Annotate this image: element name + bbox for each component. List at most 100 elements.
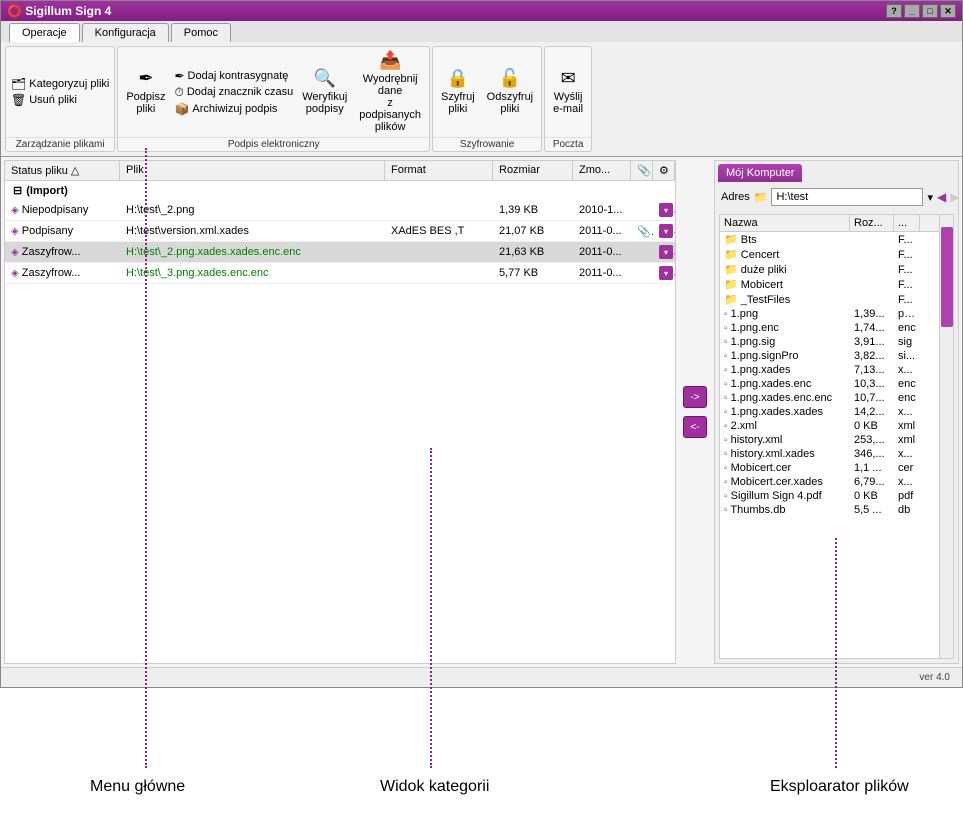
rcell-size: 253,...: [850, 433, 894, 447]
tab-konfiguracja[interactable]: Konfiguracja: [82, 23, 169, 42]
cell-clip: 📎: [631, 222, 653, 241]
chevron-down-icon[interactable]: ▾: [659, 245, 673, 259]
explorer-row[interactable]: ▫ Thumbs.db5,5 ...db: [720, 503, 939, 517]
explorer-row[interactable]: 📁 duże plikiF...: [720, 262, 939, 277]
rcell-name: ▫ 1.png.xades.xades: [720, 405, 850, 419]
help-button[interactable]: ?: [886, 4, 902, 18]
explorer-row[interactable]: ▫ history.xml253,...xml: [720, 433, 939, 447]
close-button[interactable]: ✕: [940, 4, 956, 18]
ribbon-button[interactable]: 🗑Usuń pliki: [8, 92, 112, 108]
ribbon-button[interactable]: 🔒Szyfrujpliki: [435, 49, 481, 135]
rcol-size[interactable]: Roz...: [850, 215, 894, 231]
rcell-name: ▫ 1.png: [720, 307, 850, 321]
cell-dropdown[interactable]: ▾: [653, 200, 675, 220]
group-label: (Import): [26, 185, 68, 197]
rcell-ext: F...: [894, 278, 920, 292]
file-icon: ▫: [724, 365, 728, 376]
file-row[interactable]: ◈ Zaszyfrow...H:\test\_2.png.xades.xades…: [5, 242, 675, 263]
cell-dropdown[interactable]: ▾: [653, 242, 675, 262]
rcell-size: 6,79...: [850, 475, 894, 489]
rcol-ext[interactable]: ...: [894, 215, 920, 231]
col-status[interactable]: Status pliku △: [5, 161, 120, 180]
cell-plik: H:\test\_2.png.xades.xades.enc.enc: [120, 243, 385, 261]
rcell-ext: enc: [894, 391, 920, 405]
explorer-row[interactable]: 📁 BtsF...: [720, 232, 939, 247]
col-format[interactable]: Format: [385, 161, 493, 180]
rcell-name: ▫ 1.png.signPro: [720, 349, 850, 363]
explorer-row[interactable]: ▫ 1.png.sig3,91...sig: [720, 335, 939, 349]
file-row[interactable]: ◈ Zaszyfrow...H:\test\_3.png.xades.enc.e…: [5, 263, 675, 284]
explorer-row[interactable]: ▫ Mobicert.cer1,1 ...cer: [720, 461, 939, 475]
ribbon-button[interactable]: 📦Archiwizuj podpis: [171, 101, 296, 117]
rcell-ext: enc: [894, 321, 920, 335]
explorer-row[interactable]: ▫ 1.png.signPro3,82...si...: [720, 349, 939, 363]
ribbon-button[interactable]: 🔍Weryfikujpodpisy: [296, 49, 353, 135]
rcell-size: 7,13...: [850, 363, 894, 377]
ribbon-button[interactable]: 🔓Odszyfrujpliki: [481, 49, 539, 135]
file-icon: ▫: [724, 407, 728, 418]
ribbon-button[interactable]: ✒Dodaj kontrasygnatę: [171, 68, 296, 84]
ribbon-icon: ✒: [174, 69, 184, 83]
rcell-ext: F...: [894, 248, 920, 262]
maximize-button[interactable]: □: [922, 4, 938, 18]
explorer-scrollbar[interactable]: [939, 215, 953, 658]
rcell-ext: si...: [894, 349, 920, 363]
file-row[interactable]: ◈ PodpisanyH:\test\version.xml.xadesXAdE…: [5, 221, 675, 242]
folder-icon: 📁: [724, 279, 738, 291]
chevron-down-icon[interactable]: ▾: [659, 224, 673, 238]
col-rozmiar[interactable]: Rozmiar: [493, 161, 573, 180]
explorer-row[interactable]: ▫ 1.png.xades.enc10,3...enc: [720, 377, 939, 391]
ribbon-button[interactable]: ✉Wyślije-mail: [547, 49, 589, 135]
minimize-button[interactable]: _: [904, 4, 920, 18]
titlebar: ⭕ Sigillum Sign 4 ? _ □ ✕: [1, 1, 962, 21]
chevron-down-icon[interactable]: ▾: [659, 266, 673, 280]
explorer-row[interactable]: 📁 CencertF...: [720, 247, 939, 262]
transfer-button[interactable]: <-: [683, 416, 707, 438]
collapse-icon[interactable]: ⊟: [13, 184, 22, 197]
rcell-size: [850, 239, 894, 241]
rcol-name[interactable]: Nazwa: [720, 215, 850, 231]
file-row[interactable]: ◈ NiepodpisanyH:\test\_2.png1,39 KB2010-…: [5, 200, 675, 221]
explorer-row[interactable]: ▫ Sigillum Sign 4.pdf0 KBpdf: [720, 489, 939, 503]
cell-dropdown[interactable]: ▾: [653, 221, 675, 241]
col-settings[interactable]: ⚙: [653, 161, 675, 180]
tab-pomoc[interactable]: Pomoc: [171, 23, 231, 42]
group-row[interactable]: ⊟ (Import): [5, 181, 675, 200]
explorer-row[interactable]: ▫ 2.xml0 KBxml: [720, 419, 939, 433]
file-list-pane: Status pliku △ Plik Format Rozmiar Zmo..…: [4, 160, 676, 664]
explorer-tab[interactable]: Mój Komputer: [718, 164, 802, 182]
nav-back-icon[interactable]: ◀: [937, 189, 946, 205]
explorer-row[interactable]: ▫ 1.png.enc1,74...enc: [720, 321, 939, 335]
ribbon-icon: ✒: [138, 69, 153, 89]
rcell-ext: sig: [894, 335, 920, 349]
ribbon-button[interactable]: ✒Podpiszpliki: [120, 49, 171, 135]
rcell-ext: F...: [894, 233, 920, 247]
transfer-button[interactable]: ->: [683, 386, 707, 408]
tab-operacje[interactable]: Operacje: [9, 23, 80, 42]
cell-dropdown[interactable]: ▾: [653, 263, 675, 283]
ribbon-button[interactable]: 🗂Kategoryzuj pliki: [8, 76, 112, 92]
rcell-size: 10,3...: [850, 377, 894, 391]
scrollbar-thumb[interactable]: [941, 227, 953, 327]
ribbon-button[interactable]: 📤Wyodrębnijdanezpodpisanychplików: [353, 49, 427, 135]
explorer-row[interactable]: ▫ 1.png1,39...png: [720, 307, 939, 321]
explorer-row[interactable]: 📁 MobicertF...: [720, 277, 939, 292]
ribbon-label: Archiwizuj podpis: [192, 103, 277, 115]
ribbon-icon: 🔓: [499, 69, 521, 89]
address-dropdown-icon[interactable]: ▾: [927, 191, 933, 204]
col-attachment[interactable]: 📎: [631, 161, 653, 180]
explorer-row[interactable]: 📁 _TestFilesF...: [720, 292, 939, 307]
chevron-down-icon[interactable]: ▾: [659, 203, 673, 217]
col-plik[interactable]: Plik: [120, 161, 385, 180]
col-zmo[interactable]: Zmo...: [573, 161, 631, 180]
rcell-name: ▫ 1.png.enc: [720, 321, 850, 335]
explorer-row[interactable]: ▫ 1.png.xades.enc.enc10,7...enc: [720, 391, 939, 405]
explorer-row[interactable]: ▫ 1.png.xades.xades14,2...x...: [720, 405, 939, 419]
explorer-row[interactable]: ▫ history.xml.xades346,...x...: [720, 447, 939, 461]
file-icon: ▫: [724, 337, 728, 348]
explorer-row[interactable]: ▫ Mobicert.cer.xades6,79...x...: [720, 475, 939, 489]
explorer-row[interactable]: ▫ 1.png.xades7,13...x...: [720, 363, 939, 377]
address-input[interactable]: [771, 188, 923, 206]
ribbon-button[interactable]: ⏱Dodaj znacznik czasu: [171, 84, 296, 101]
nav-fwd-icon[interactable]: ▶: [950, 189, 959, 205]
